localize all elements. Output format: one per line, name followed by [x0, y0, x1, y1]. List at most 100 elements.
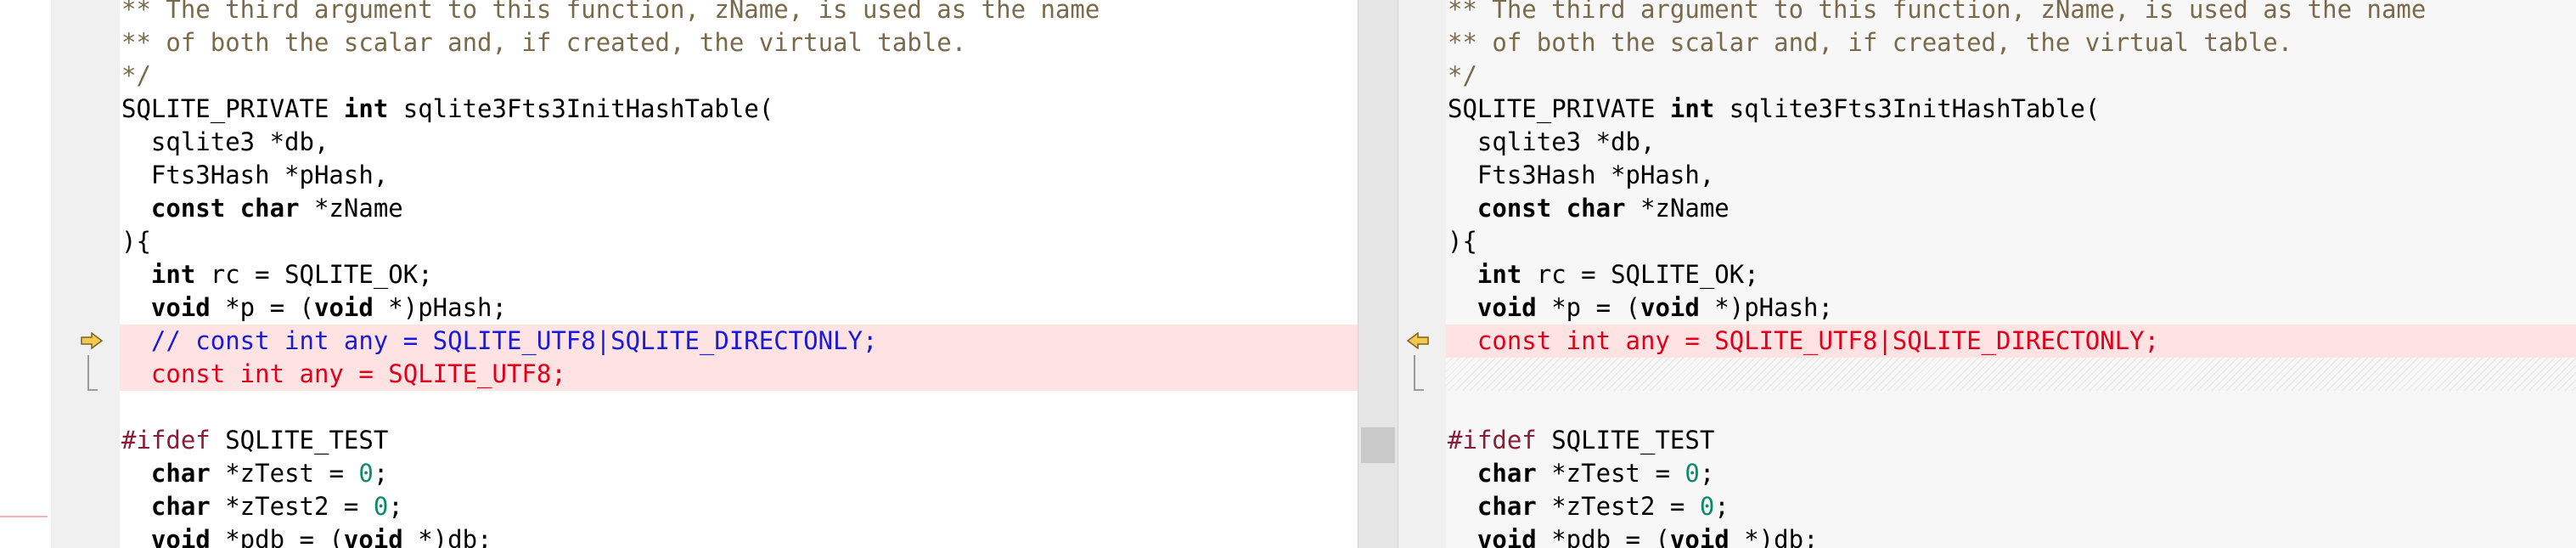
code-line: #ifdef SQLITE_TEST — [120, 424, 1358, 457]
code-line: SQLITE_PRIVATE int sqlite3Fts3InitHashTa… — [120, 93, 1358, 126]
code-line: int rc = SQLITE_OK; — [120, 258, 1358, 291]
scrollbar-thumb[interactable] — [1361, 427, 1395, 463]
code-token: int — [1669, 94, 1715, 123]
change-bracket — [1414, 355, 1424, 391]
code-token: char — [150, 459, 211, 488]
code-line: ** The third argument to this function, … — [1446, 0, 2576, 26]
code-token: ; — [373, 459, 389, 488]
code-line: sqlite3 *db, — [120, 126, 1358, 159]
code-token: void — [150, 293, 211, 322]
code-token: *pdb = ( — [210, 525, 344, 548]
code-token: ){ — [1448, 227, 1477, 256]
code-line: ){ — [120, 225, 1358, 258]
code-token: const — [1476, 194, 1552, 223]
code-line: int rc = SQLITE_OK; — [1446, 258, 2576, 291]
code-line: sqlite3 *db, — [1446, 126, 2576, 159]
code-token: ** The third argument to this function, … — [121, 0, 1100, 24]
code-line: char *zTest2 = 0; — [120, 490, 1358, 523]
code-token: SQLITE_TEST — [210, 426, 389, 455]
code-token: ** of both the scalar and, if created, t… — [121, 28, 967, 57]
code-token: ; — [388, 492, 403, 521]
code-token: char — [239, 194, 300, 223]
code-token: *p = ( — [210, 293, 314, 322]
code-token: *zName — [299, 194, 403, 223]
code-line: char *zTest = 0; — [120, 457, 1358, 490]
right-editor-pane[interactable]: ** The third argument to this function, … — [1446, 0, 2576, 548]
code-token: ; — [1714, 492, 1730, 521]
left-arrow-icon[interactable] — [1405, 330, 1431, 351]
code-line: // const int any = SQLITE_UTF8|SQLITE_DI… — [120, 325, 1358, 358]
code-token: void — [313, 293, 374, 322]
code-token: *zTest = — [1536, 459, 1685, 488]
code-line: const char *zName — [120, 192, 1358, 225]
left-overview-gutter — [0, 0, 52, 548]
code-token: rc = SQLITE_OK; — [1521, 260, 1759, 289]
code-token: */ — [1448, 61, 1477, 90]
change-marker — [0, 516, 48, 517]
code-token: SQLITE_PRIVATE — [1448, 94, 1670, 123]
code-token: 0 — [1699, 492, 1715, 521]
code-token: ; — [1699, 459, 1715, 488]
code-token: const int any = SQLITE_UTF8; — [121, 359, 566, 388]
code-line: */ — [120, 59, 1358, 93]
code-token: char — [1476, 459, 1537, 488]
code-token: *p = ( — [1536, 293, 1640, 322]
right-arrow-icon[interactable] — [79, 330, 104, 351]
code-token: ** The third argument to this function, … — [1448, 0, 2427, 24]
code-token: char — [150, 492, 211, 521]
code-line: ){ — [1446, 225, 2576, 258]
left-diff-margin — [52, 0, 120, 548]
code-token: SQLITE_PRIVATE — [121, 94, 344, 123]
code-token: *zTest2 = — [1536, 492, 1700, 521]
code-token: *zTest = — [210, 459, 359, 488]
code-line: const int any = SQLITE_UTF8|SQLITE_DIREC… — [1446, 325, 2576, 358]
code-token: sqlite3 *db, — [1448, 127, 1656, 156]
code-token: void — [343, 525, 403, 548]
code-line: */ — [1446, 59, 2576, 93]
code-token: void — [1669, 525, 1730, 548]
code-token: char — [1476, 492, 1537, 521]
code-token: SQLITE_TEST — [1536, 426, 1715, 455]
left-editor-pane[interactable]: ** The third argument to this function, … — [120, 0, 1358, 548]
code-token: ** of both the scalar and, if created, t… — [1448, 28, 2293, 57]
code-token: *zName — [1625, 194, 1730, 223]
code-token: sqlite3Fts3InitHashTable( — [1714, 94, 2101, 123]
code-token: const int any = SQLITE_UTF8|SQLITE_DIREC… — [1448, 326, 2160, 355]
code-line: #ifdef SQLITE_TEST — [1446, 424, 2576, 457]
code-token: int — [343, 94, 389, 123]
code-token: sqlite3 *db, — [121, 127, 329, 156]
code-token: char — [1566, 194, 1626, 223]
code-token: *)pHash; — [373, 293, 507, 322]
code-token: void — [1640, 293, 1700, 322]
code-token: *)pHash; — [1699, 293, 1833, 322]
code-token: 0 — [358, 459, 374, 488]
code-line: void *p = (void *)pHash; — [120, 291, 1358, 325]
code-line: const char *zName — [1446, 192, 2576, 225]
code-token: *)db; — [402, 525, 492, 548]
code-token: Fts3Hash *pHash, — [121, 161, 389, 189]
code-line: void *pdb = (void *)db; — [120, 523, 1358, 548]
code-line: const int any = SQLITE_UTF8; — [120, 358, 1358, 391]
code-line: SQLITE_PRIVATE int sqlite3Fts3InitHashTa… — [1446, 93, 2576, 126]
code-token: Fts3Hash *pHash, — [1448, 161, 1715, 189]
code-token: void — [1476, 293, 1537, 322]
change-bracket — [87, 355, 98, 391]
code-line: char *zTest = 0; — [1446, 457, 2576, 490]
code-token: const — [150, 194, 226, 223]
pane-divider-scrollbar[interactable] — [1358, 0, 1398, 548]
code-token: *pdb = ( — [1536, 525, 1670, 548]
code-line — [1446, 358, 2576, 391]
